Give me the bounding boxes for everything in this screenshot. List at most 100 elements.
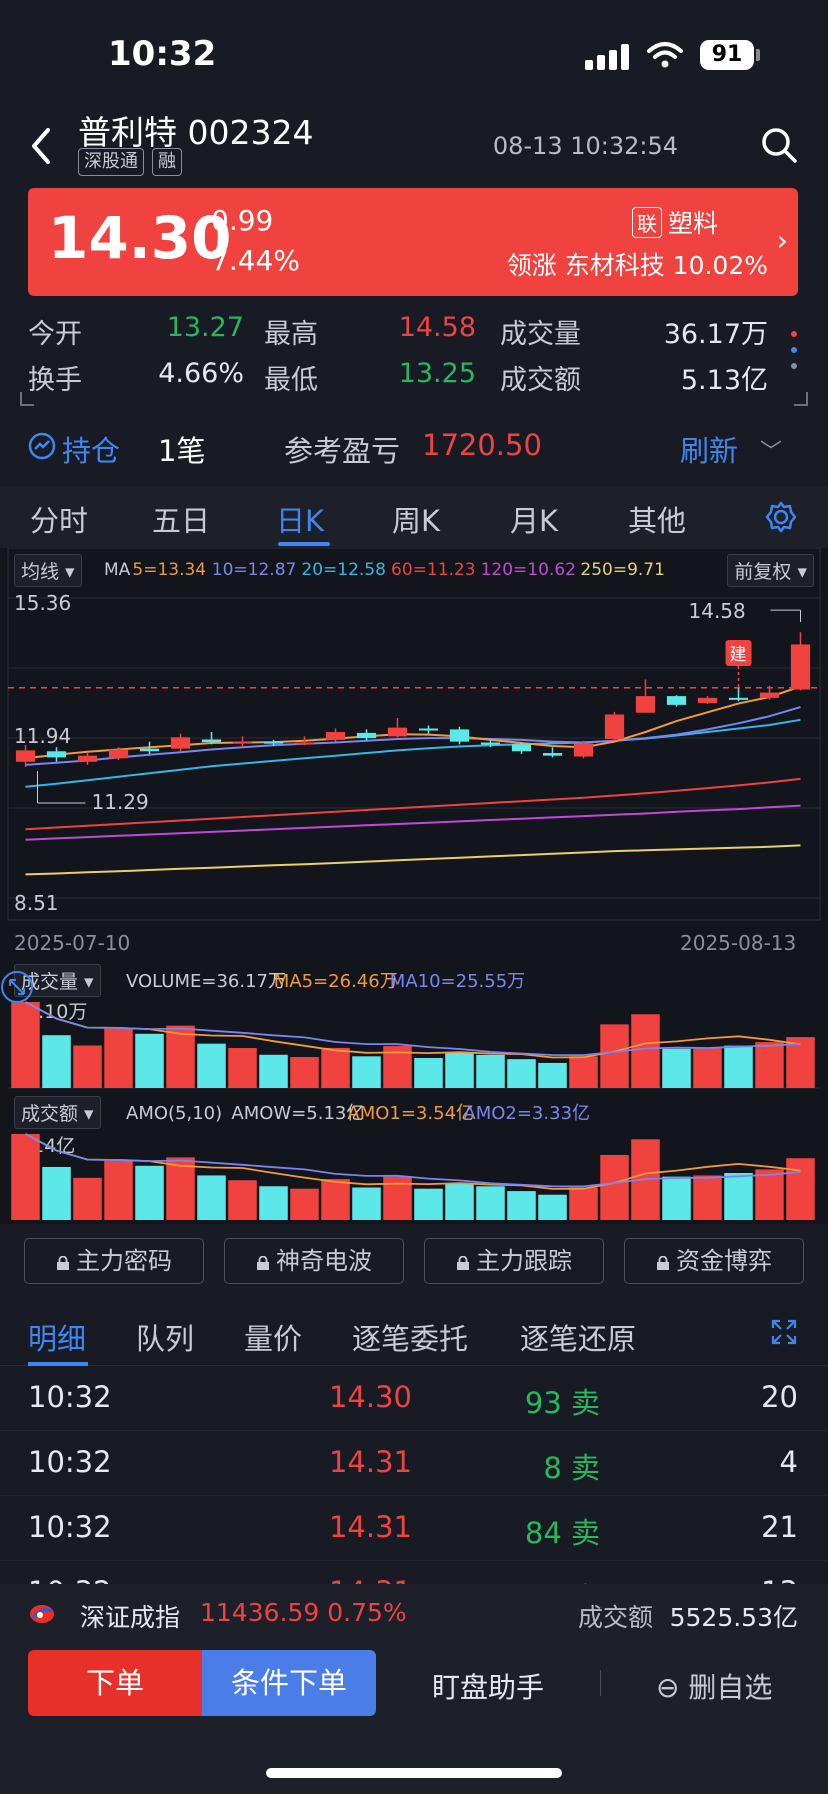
expand-icon[interactable] [770, 1318, 798, 1346]
candle-body [232, 741, 253, 744]
fullscreen-icon[interactable] [0, 970, 34, 1004]
amount-bar [755, 1169, 784, 1220]
tick-count: 13 [761, 1575, 798, 1584]
amount-indicator-0: AMO(5,10) [126, 1103, 222, 1124]
high-value: 14.58 [398, 312, 476, 343]
battery-tip [756, 49, 760, 61]
tick-price: 14.31 [329, 1575, 412, 1584]
more-icon[interactable] [790, 328, 798, 372]
tab-daily-k[interactable]: 日K [276, 498, 324, 540]
remove-watchlist-button[interactable]: ⊖ 删自选 [656, 1666, 772, 1706]
main-force-track-button[interactable]: 主力跟踪 [424, 1238, 604, 1284]
watch-assistant-button[interactable]: 盯盘助手 [432, 1666, 544, 1706]
ma20-line [25, 718, 801, 788]
capital-game-button[interactable]: 资金博弈 [624, 1238, 804, 1284]
ma-value-6: 250=9.71 [580, 560, 665, 580]
refresh-button[interactable]: 刷新 [680, 428, 738, 470]
tick-count: 20 [761, 1380, 798, 1414]
price-card[interactable]: 14.30 0.99 7.44% 联 塑料 领涨 东材科技 10.02% › [28, 188, 798, 296]
dtab-volume-price[interactable]: 量价 [244, 1316, 302, 1358]
ma-value-0: MA [104, 560, 131, 580]
tab-five-day[interactable]: 五日 [152, 498, 210, 540]
ma-value-2: 10=12.87 [212, 560, 297, 580]
main-force-code-button[interactable]: 主力密码 [24, 1238, 204, 1284]
volume-bar [631, 1014, 660, 1088]
position-label[interactable]: 持仓 [62, 428, 120, 470]
y-tick-bottom: 8.51 [14, 891, 59, 915]
tick-volume: 55 卖 [525, 1575, 600, 1584]
amount-bar [600, 1154, 629, 1220]
volume-bar [135, 1033, 164, 1088]
volume-bar [259, 1054, 288, 1088]
dtab-queue[interactable]: 队列 [136, 1316, 194, 1358]
dtab-tick-orders[interactable]: 逐笔委托 [352, 1316, 468, 1358]
amount-selector-button[interactable]: 成交额 ▾ [14, 1096, 101, 1129]
tick-count: 4 [779, 1445, 798, 1479]
ma10-line [25, 706, 801, 766]
index-ticker[interactable]: 深证成指 11436.59 0.75% 成交额 5525.53亿 [0, 1584, 828, 1644]
magic-wave-button[interactable]: 神奇电波 [224, 1238, 404, 1284]
kline-svg: MA 5=13.34 10=12.87 20=12.58 60=11.23 120=10.… [7, 548, 821, 1220]
open-label: 今开 [28, 319, 82, 350]
candle-body [170, 737, 191, 749]
low-label: 最低 [264, 365, 318, 396]
stock-header: 普利特 002324 深股通 融 08-13 10:32:54 [0, 100, 828, 190]
chevron-down-icon[interactable]: ﹀ [760, 434, 782, 466]
dtab-detail[interactable]: 明细 [28, 1316, 86, 1358]
candle-body [542, 753, 563, 756]
adjust-selector-button[interactable]: 前复权 ▾ [727, 554, 814, 587]
sector-box[interactable]: 联 塑料 [631, 204, 718, 240]
volume-bar [600, 1024, 629, 1088]
amount-bar [197, 1175, 226, 1220]
candle-body [356, 732, 377, 739]
tab-weekly-k[interactable]: 周K [392, 498, 440, 540]
last-price: 14.30 [48, 204, 232, 272]
amount-indicator-2: AMO1=3.54亿 [347, 1103, 474, 1124]
amount-bar [290, 1188, 319, 1220]
battery-indicator: 91 [700, 40, 754, 70]
kline-chart[interactable]: MA 5=13.34 10=12.87 20=12.58 60=11.23 120=10.… [0, 548, 828, 1224]
candle-body [697, 697, 718, 704]
candle-body [759, 692, 780, 698]
active-tab-underline [278, 542, 330, 546]
sector-leader: 领涨 东材科技 10.02% [506, 251, 768, 280]
tick-row: 10:32 14.30 93 卖 20 [0, 1366, 828, 1431]
tab-other[interactable]: 其他 [628, 498, 686, 540]
period-tabs: 分时 五日 日K 周K 月K 其他 [0, 486, 828, 548]
bottom-action-bar: 下单 条件下单 盯盘助手 ⊖ 删自选 [0, 1644, 828, 1794]
search-icon[interactable] [760, 126, 798, 164]
tick-row: 10:32 14.31 55 卖 13 [0, 1561, 828, 1584]
back-icon[interactable] [26, 124, 56, 168]
ma-value-1: 5=13.34 [132, 560, 206, 580]
candle-body [790, 644, 811, 690]
tick-list[interactable]: 10:32 14.30 93 卖 20 10:32 14.31 8 卖 4 10… [0, 1366, 828, 1584]
amount-bar [352, 1187, 381, 1220]
volume-bar [476, 1054, 505, 1088]
quote-datetime: 08-13 10:32:54 [492, 132, 678, 160]
amount-label: 成交额 [500, 365, 581, 396]
tick-time: 10:32 [28, 1510, 112, 1544]
tag-sz-connect: 深股通 [78, 148, 144, 176]
gear-icon[interactable] [764, 500, 798, 534]
place-order-button[interactable]: 下单 [28, 1650, 202, 1716]
dtab-tick-replay[interactable]: 逐笔还原 [520, 1316, 636, 1358]
candle-body [15, 750, 36, 762]
candle-body [604, 714, 625, 740]
tab-monthly-k[interactable]: 月K [510, 498, 558, 540]
tick-row: 10:32 14.31 8 卖 4 [0, 1431, 828, 1496]
ma-selector-button[interactable]: 均线 ▾ [14, 554, 82, 587]
ma250-line [25, 844, 801, 876]
candle-body [325, 732, 346, 740]
sector-name: 塑料 [667, 209, 718, 238]
ma-value-5: 120=10.62 [481, 560, 576, 580]
candle-body [387, 727, 408, 737]
volume-bar [228, 1048, 257, 1088]
conditional-order-button[interactable]: 条件下单 [202, 1650, 376, 1716]
tab-intraday[interactable]: 分时 [30, 498, 88, 540]
position-icon [28, 432, 56, 460]
status-time: 10:32 [108, 34, 217, 74]
amount-bar [414, 1188, 443, 1220]
amount-bar [228, 1180, 257, 1220]
high-label: 最高 [264, 319, 318, 350]
low-value: 13.25 [398, 358, 476, 389]
